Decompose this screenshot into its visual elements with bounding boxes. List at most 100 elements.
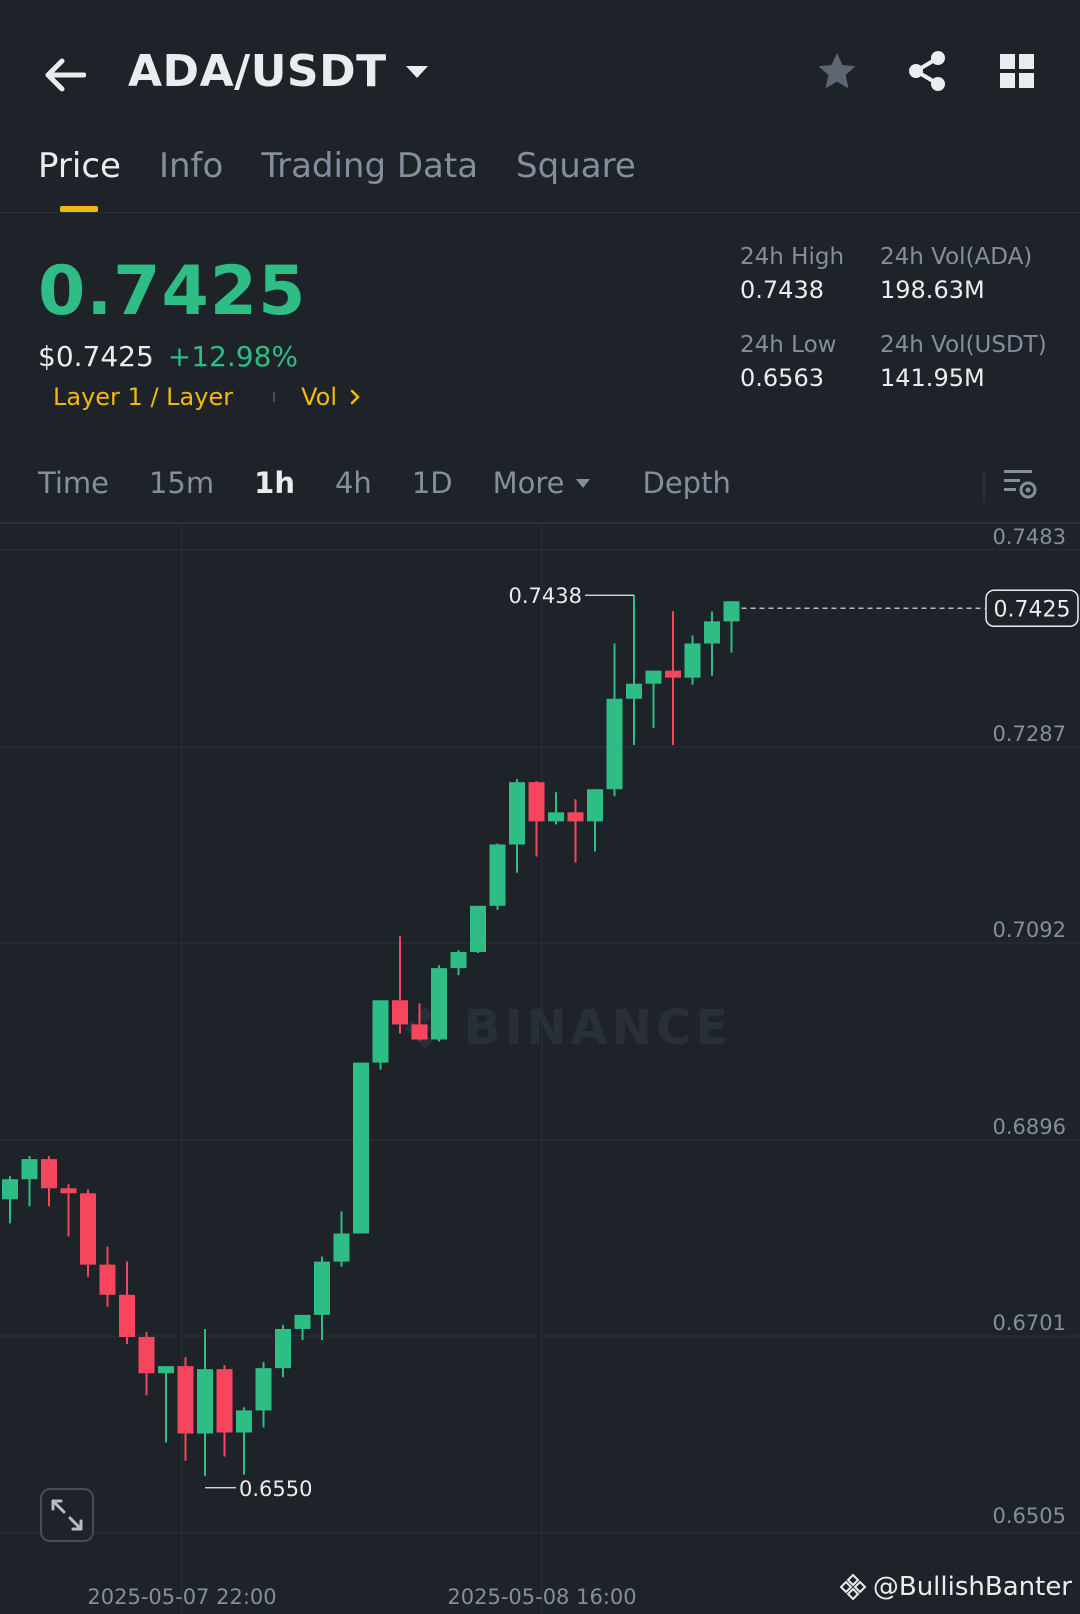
candle-body: [197, 1369, 213, 1434]
stat-value: 0.7438: [740, 276, 824, 304]
tag-separator: [273, 392, 276, 402]
stat-24h-low: 24h Low 0.6563: [740, 332, 836, 392]
stat-value: 0.6563: [740, 364, 824, 392]
candle-body: [158, 1366, 174, 1374]
tag-row: Layer 1 / Layer Vol: [53, 383, 361, 411]
tf-more-label: More: [492, 466, 565, 500]
favorite-button[interactable]: [814, 48, 860, 94]
candle-body: [236, 1410, 252, 1433]
candle-body: [314, 1261, 330, 1315]
stat-label: 24h Vol(ADA): [880, 244, 1033, 270]
candle-body: [470, 905, 486, 953]
header-actions: [814, 48, 1040, 94]
candle-body: [567, 812, 584, 822]
arrow-left-icon: [45, 58, 86, 92]
caret-down-icon: [405, 65, 428, 78]
x-tick-label: 2025-05-08 16:00: [447, 1585, 636, 1609]
stat-24h-vol-base: 24h Vol(ADA) 198.63M: [880, 244, 1032, 304]
category-tag[interactable]: Layer 1 / Layer: [53, 383, 233, 411]
back-button[interactable]: [40, 50, 90, 100]
candle-body: [587, 789, 603, 822]
candle-body: [411, 1024, 428, 1040]
layout-button[interactable]: [994, 48, 1040, 94]
candle-body: [99, 1264, 116, 1295]
candle-body: [216, 1369, 233, 1433]
tab-square[interactable]: Square: [516, 146, 636, 212]
low-marker-label: 0.6550: [239, 1477, 312, 1501]
candle-body: [665, 670, 681, 678]
tf-1d[interactable]: 1D: [412, 466, 453, 500]
candle-body: [548, 812, 564, 822]
tf-separator: [983, 470, 985, 502]
stat-label: 24h Vol(USDT): [880, 332, 1047, 358]
candle-body: [509, 782, 525, 845]
pair-title: ADA/USDT: [128, 46, 387, 97]
candle-body: [489, 844, 506, 906]
candle-body: [255, 1368, 272, 1411]
stat-label: 24h High: [740, 244, 845, 270]
y-tick-label: 0.7287: [993, 722, 1066, 746]
tab-price[interactable]: Price: [38, 146, 121, 212]
grid-icon: [1000, 54, 1034, 88]
expand-icon: [51, 1499, 83, 1531]
last-price: 0.7425: [38, 252, 307, 331]
candle-body: [60, 1188, 77, 1194]
tf-15m[interactable]: 15m: [149, 466, 214, 500]
candle-body: [80, 1193, 96, 1265]
tf-time[interactable]: Time: [38, 466, 109, 500]
y-tick-label: 0.6896: [993, 1115, 1066, 1139]
y-tick-label: 0.7092: [993, 918, 1066, 942]
chevron-right-icon: [350, 389, 360, 405]
last-price-label: 0.7425: [994, 597, 1071, 622]
tf-4h[interactable]: 4h: [335, 466, 372, 500]
chart-settings-button[interactable]: [1002, 466, 1038, 502]
stat-24h-high: 24h High 0.7438: [740, 244, 844, 304]
tf-depth[interactable]: Depth: [643, 466, 731, 500]
binance-square-icon: [839, 1573, 867, 1601]
candle-body: [119, 1294, 135, 1338]
caret-down-icon: [575, 478, 590, 488]
section-tabs: Price Info Trading Data Square: [38, 146, 636, 212]
candle-body: [704, 621, 720, 644]
pair-selector[interactable]: ADA/USDT: [128, 46, 429, 97]
candle-body: [528, 782, 545, 822]
candle-body: [606, 698, 623, 790]
candle-body: [275, 1328, 291, 1369]
credit-watermark: @BullishBanter: [839, 1572, 1072, 1602]
stat-24h-vol-quote: 24h Vol(USDT) 141.95M: [880, 332, 1047, 392]
candle-body: [431, 968, 447, 1040]
price-usd: $0.7425: [38, 340, 154, 373]
share-button[interactable]: [904, 48, 950, 94]
star-icon: [818, 53, 856, 89]
timeframe-bar: Time 15m 1h 4h 1D More Depth: [38, 466, 771, 500]
tf-more[interactable]: More: [493, 466, 591, 500]
candle-body: [723, 601, 740, 622]
tf-1h[interactable]: 1h: [254, 466, 295, 500]
vol-tag[interactable]: Vol: [301, 383, 361, 411]
price-chart[interactable]: 0.7483 0.7287 0.7092 0.6896 0.6701 0.6505 0.74…: [0, 524, 1080, 1614]
candle-body: [353, 1062, 369, 1234]
candle-body: [626, 683, 642, 699]
app: ADA/USDT Price Info Trading Data Square …: [0, 0, 1080, 1614]
candle-body: [333, 1233, 350, 1262]
price-sub: $0.7425 +12.98%: [38, 340, 298, 373]
fullscreen-button[interactable]: [40, 1488, 94, 1542]
y-tick-label: 0.7483: [993, 525, 1066, 549]
vol-tag-label: Vol: [301, 383, 337, 411]
x-tick-label: 2025-05-07 22:00: [87, 1585, 276, 1609]
tab-info[interactable]: Info: [159, 146, 223, 212]
y-tick-label: 0.6701: [993, 1311, 1066, 1335]
credit-text: @BullishBanter: [872, 1572, 1072, 1602]
candle-body: [177, 1366, 194, 1434]
candle-body: [645, 670, 662, 684]
high-marker-label: 0.7438: [509, 584, 582, 608]
stat-value: 141.95M: [880, 364, 985, 392]
candle-body: [21, 1159, 38, 1180]
price-change: +12.98%: [167, 340, 299, 373]
tab-trading-data[interactable]: Trading Data: [261, 146, 478, 212]
candle-body: [450, 952, 467, 969]
share-icon: [909, 51, 945, 91]
candlestick-chart[interactable]: 0.7483 0.7287 0.7092 0.6896 0.6701 0.6505 0.74…: [0, 524, 1080, 1614]
stat-label: 24h Low: [740, 332, 837, 358]
candle-body: [2, 1179, 18, 1200]
